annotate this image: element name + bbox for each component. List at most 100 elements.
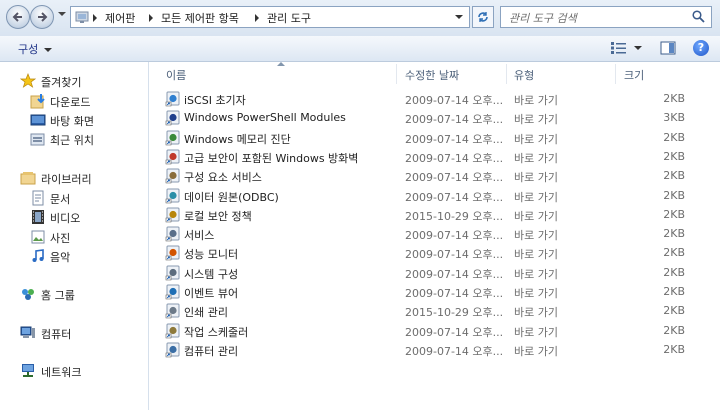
search-input[interactable]: 관리 도구 검색 bbox=[500, 6, 712, 28]
search-icon[interactable] bbox=[692, 10, 705, 23]
nav-homegroup-label: 홈 그룹 bbox=[41, 289, 75, 302]
file-date: 2009-07-14 오후... bbox=[405, 151, 504, 165]
preview-pane-icon[interactable] bbox=[660, 41, 676, 55]
nav-network-label: 네트워크 bbox=[41, 366, 82, 379]
computer-management-icon bbox=[165, 342, 180, 358]
file-size: 2KB bbox=[663, 227, 685, 241]
file-size: 2KB bbox=[663, 285, 685, 298]
nav-libraries-label: 라이브러리 bbox=[41, 173, 92, 186]
nav-item-label: 바탕 화면 bbox=[50, 115, 94, 128]
task-scheduler-icon bbox=[165, 323, 180, 338]
view-options-dropdown[interactable] bbox=[634, 46, 642, 50]
file-size: 3KB bbox=[663, 111, 685, 125]
breadcrumb-admin-tools[interactable]: 관리 도구 bbox=[267, 10, 311, 26]
file-date: 2009-07-14 오후... bbox=[405, 113, 504, 127]
organize-button[interactable]: 구성 bbox=[18, 41, 53, 57]
file-size: 2KB bbox=[663, 92, 685, 105]
downloads-folder-icon bbox=[30, 94, 45, 109]
file-size: 2KB bbox=[663, 342, 685, 356]
breadcrumb-separator-icon[interactable] bbox=[149, 14, 153, 22]
table-row[interactable]: iSCSI 초기자 2009-07-14 오후... 바로 가기 2KB bbox=[149, 89, 720, 108]
file-date: 2009-07-14 오후... bbox=[405, 287, 504, 300]
pictures-icon bbox=[31, 230, 45, 244]
address-toolbar: 제어판 모든 제어판 항목 관리 도구 관리 도구 검색 bbox=[0, 0, 720, 37]
breadcrumb-separator-icon[interactable] bbox=[93, 14, 97, 22]
firewall-icon bbox=[165, 149, 180, 165]
nav-item-label: 문서 bbox=[50, 193, 71, 206]
table-row[interactable]: 이벤트 뷰어 2009-07-14 오후... 바로 가기 2KB bbox=[149, 282, 720, 301]
file-list: 이름 수정한 날짜 유형 크기 iSCSI 초기자 2009-07-14 오후..… bbox=[149, 62, 720, 410]
file-size: 2KB bbox=[663, 169, 685, 183]
refresh-button[interactable] bbox=[472, 6, 494, 28]
file-name: 성능 모니터 bbox=[184, 248, 239, 262]
computer-icon bbox=[20, 326, 35, 338]
file-size: 2KB bbox=[663, 207, 685, 221]
address-history-dropdown[interactable] bbox=[455, 15, 463, 19]
star-icon bbox=[20, 73, 36, 88]
documents-icon bbox=[32, 190, 44, 206]
component-services-icon bbox=[165, 168, 180, 184]
file-size: 2KB bbox=[663, 265, 685, 279]
powershell-icon bbox=[165, 110, 180, 126]
forward-button[interactable] bbox=[30, 5, 54, 29]
command-bar: 구성 ? bbox=[0, 36, 720, 62]
file-date: 2009-07-14 오후... bbox=[405, 229, 504, 243]
file-size: 2KB bbox=[663, 246, 685, 260]
file-type: 바로 가기 bbox=[514, 248, 558, 262]
recent-pages-dropdown[interactable] bbox=[58, 12, 66, 16]
forward-arrow-icon bbox=[38, 12, 48, 22]
file-size: 2KB bbox=[663, 149, 685, 163]
column-divider[interactable] bbox=[615, 64, 616, 84]
file-type: 바로 가기 bbox=[514, 287, 558, 300]
table-row[interactable]: Windows PowerShell Modules 2009-07-14 오후.… bbox=[149, 108, 720, 127]
file-date: 2009-07-14 오후... bbox=[405, 267, 504, 281]
recent-places-icon bbox=[30, 133, 45, 146]
table-row[interactable]: 컴퓨터 관리 2009-07-14 오후... 바로 가기 2KB bbox=[149, 340, 720, 359]
file-type: 바로 가기 bbox=[514, 229, 558, 243]
change-view-icon[interactable] bbox=[610, 41, 628, 55]
file-name: 시스템 구성 bbox=[184, 267, 239, 281]
nav-item-label: 최근 위치 bbox=[50, 134, 94, 147]
table-row[interactable]: 서비스 2009-07-14 오후... 바로 가기 2KB bbox=[149, 224, 720, 243]
desktop-icon bbox=[30, 114, 46, 126]
breadcrumb-all-items[interactable]: 모든 제어판 항목 bbox=[161, 10, 239, 26]
file-type: 바로 가기 bbox=[514, 325, 558, 339]
table-row[interactable]: 구성 요소 서비스 2009-07-14 오후... 바로 가기 2KB bbox=[149, 166, 720, 185]
chevron-down-icon bbox=[44, 48, 53, 52]
file-type: 바로 가기 bbox=[514, 171, 558, 185]
back-button[interactable] bbox=[6, 5, 30, 29]
column-divider[interactable] bbox=[396, 64, 397, 84]
column-header-name[interactable]: 이름 bbox=[166, 67, 186, 83]
table-row[interactable]: 작업 스케줄러 2009-07-14 오후... 바로 가기 2KB bbox=[149, 321, 720, 340]
breadcrumb-separator-icon[interactable] bbox=[255, 14, 259, 22]
column-header-type[interactable]: 유형 bbox=[514, 67, 534, 83]
file-name: 로컬 보안 정책 bbox=[184, 209, 252, 223]
breadcrumb-control-panel[interactable]: 제어판 bbox=[105, 10, 135, 26]
help-icon[interactable]: ? bbox=[693, 40, 709, 56]
table-row[interactable]: Windows 메모리 진단 2009-07-14 오후... 바로 가기 2KB bbox=[149, 128, 720, 147]
table-row[interactable]: 성능 모니터 2009-07-14 오후... 바로 가기 2KB bbox=[149, 243, 720, 262]
column-divider[interactable] bbox=[506, 64, 507, 84]
file-size: 2KB bbox=[663, 323, 685, 337]
table-row[interactable]: 시스템 구성 2009-07-14 오후... 바로 가기 2KB bbox=[149, 263, 720, 282]
nav-computer-label: 컴퓨터 bbox=[41, 328, 72, 341]
sort-ascending-icon bbox=[277, 62, 285, 66]
nav-item-label: 음악 bbox=[50, 251, 71, 264]
services-icon bbox=[165, 226, 180, 242]
search-placeholder: 관리 도구 검색 bbox=[509, 12, 577, 25]
table-row[interactable]: 고급 보안이 포함된 Windows 방화벽 2009-07-14 오후... 바로… bbox=[149, 147, 720, 166]
column-header-date[interactable]: 수정한 날짜 bbox=[405, 67, 459, 83]
print-management-icon bbox=[165, 303, 180, 319]
column-header-size[interactable]: 크기 bbox=[624, 67, 644, 83]
file-name: 작업 스케줄러 bbox=[184, 325, 249, 339]
file-type: 바로 가기 bbox=[514, 209, 558, 223]
table-row[interactable]: 데이터 원본(ODBC) 2009-07-14 오후... 바로 가기 2KB bbox=[149, 186, 720, 205]
file-name: 구성 요소 서비스 bbox=[184, 171, 262, 185]
event-viewer-icon bbox=[165, 284, 180, 300]
file-type: 바로 가기 bbox=[514, 190, 558, 204]
table-row[interactable]: 로컬 보안 정책 2015-10-29 오후... 바로 가기 2KB bbox=[149, 205, 720, 224]
system-config-icon bbox=[165, 265, 180, 280]
address-box[interactable]: 제어판 모든 제어판 항목 관리 도구 bbox=[70, 6, 470, 28]
file-date: 2009-07-14 오후... bbox=[405, 325, 504, 339]
table-row[interactable]: 인쇄 관리 2015-10-29 오후... 바로 가기 2KB bbox=[149, 301, 720, 320]
